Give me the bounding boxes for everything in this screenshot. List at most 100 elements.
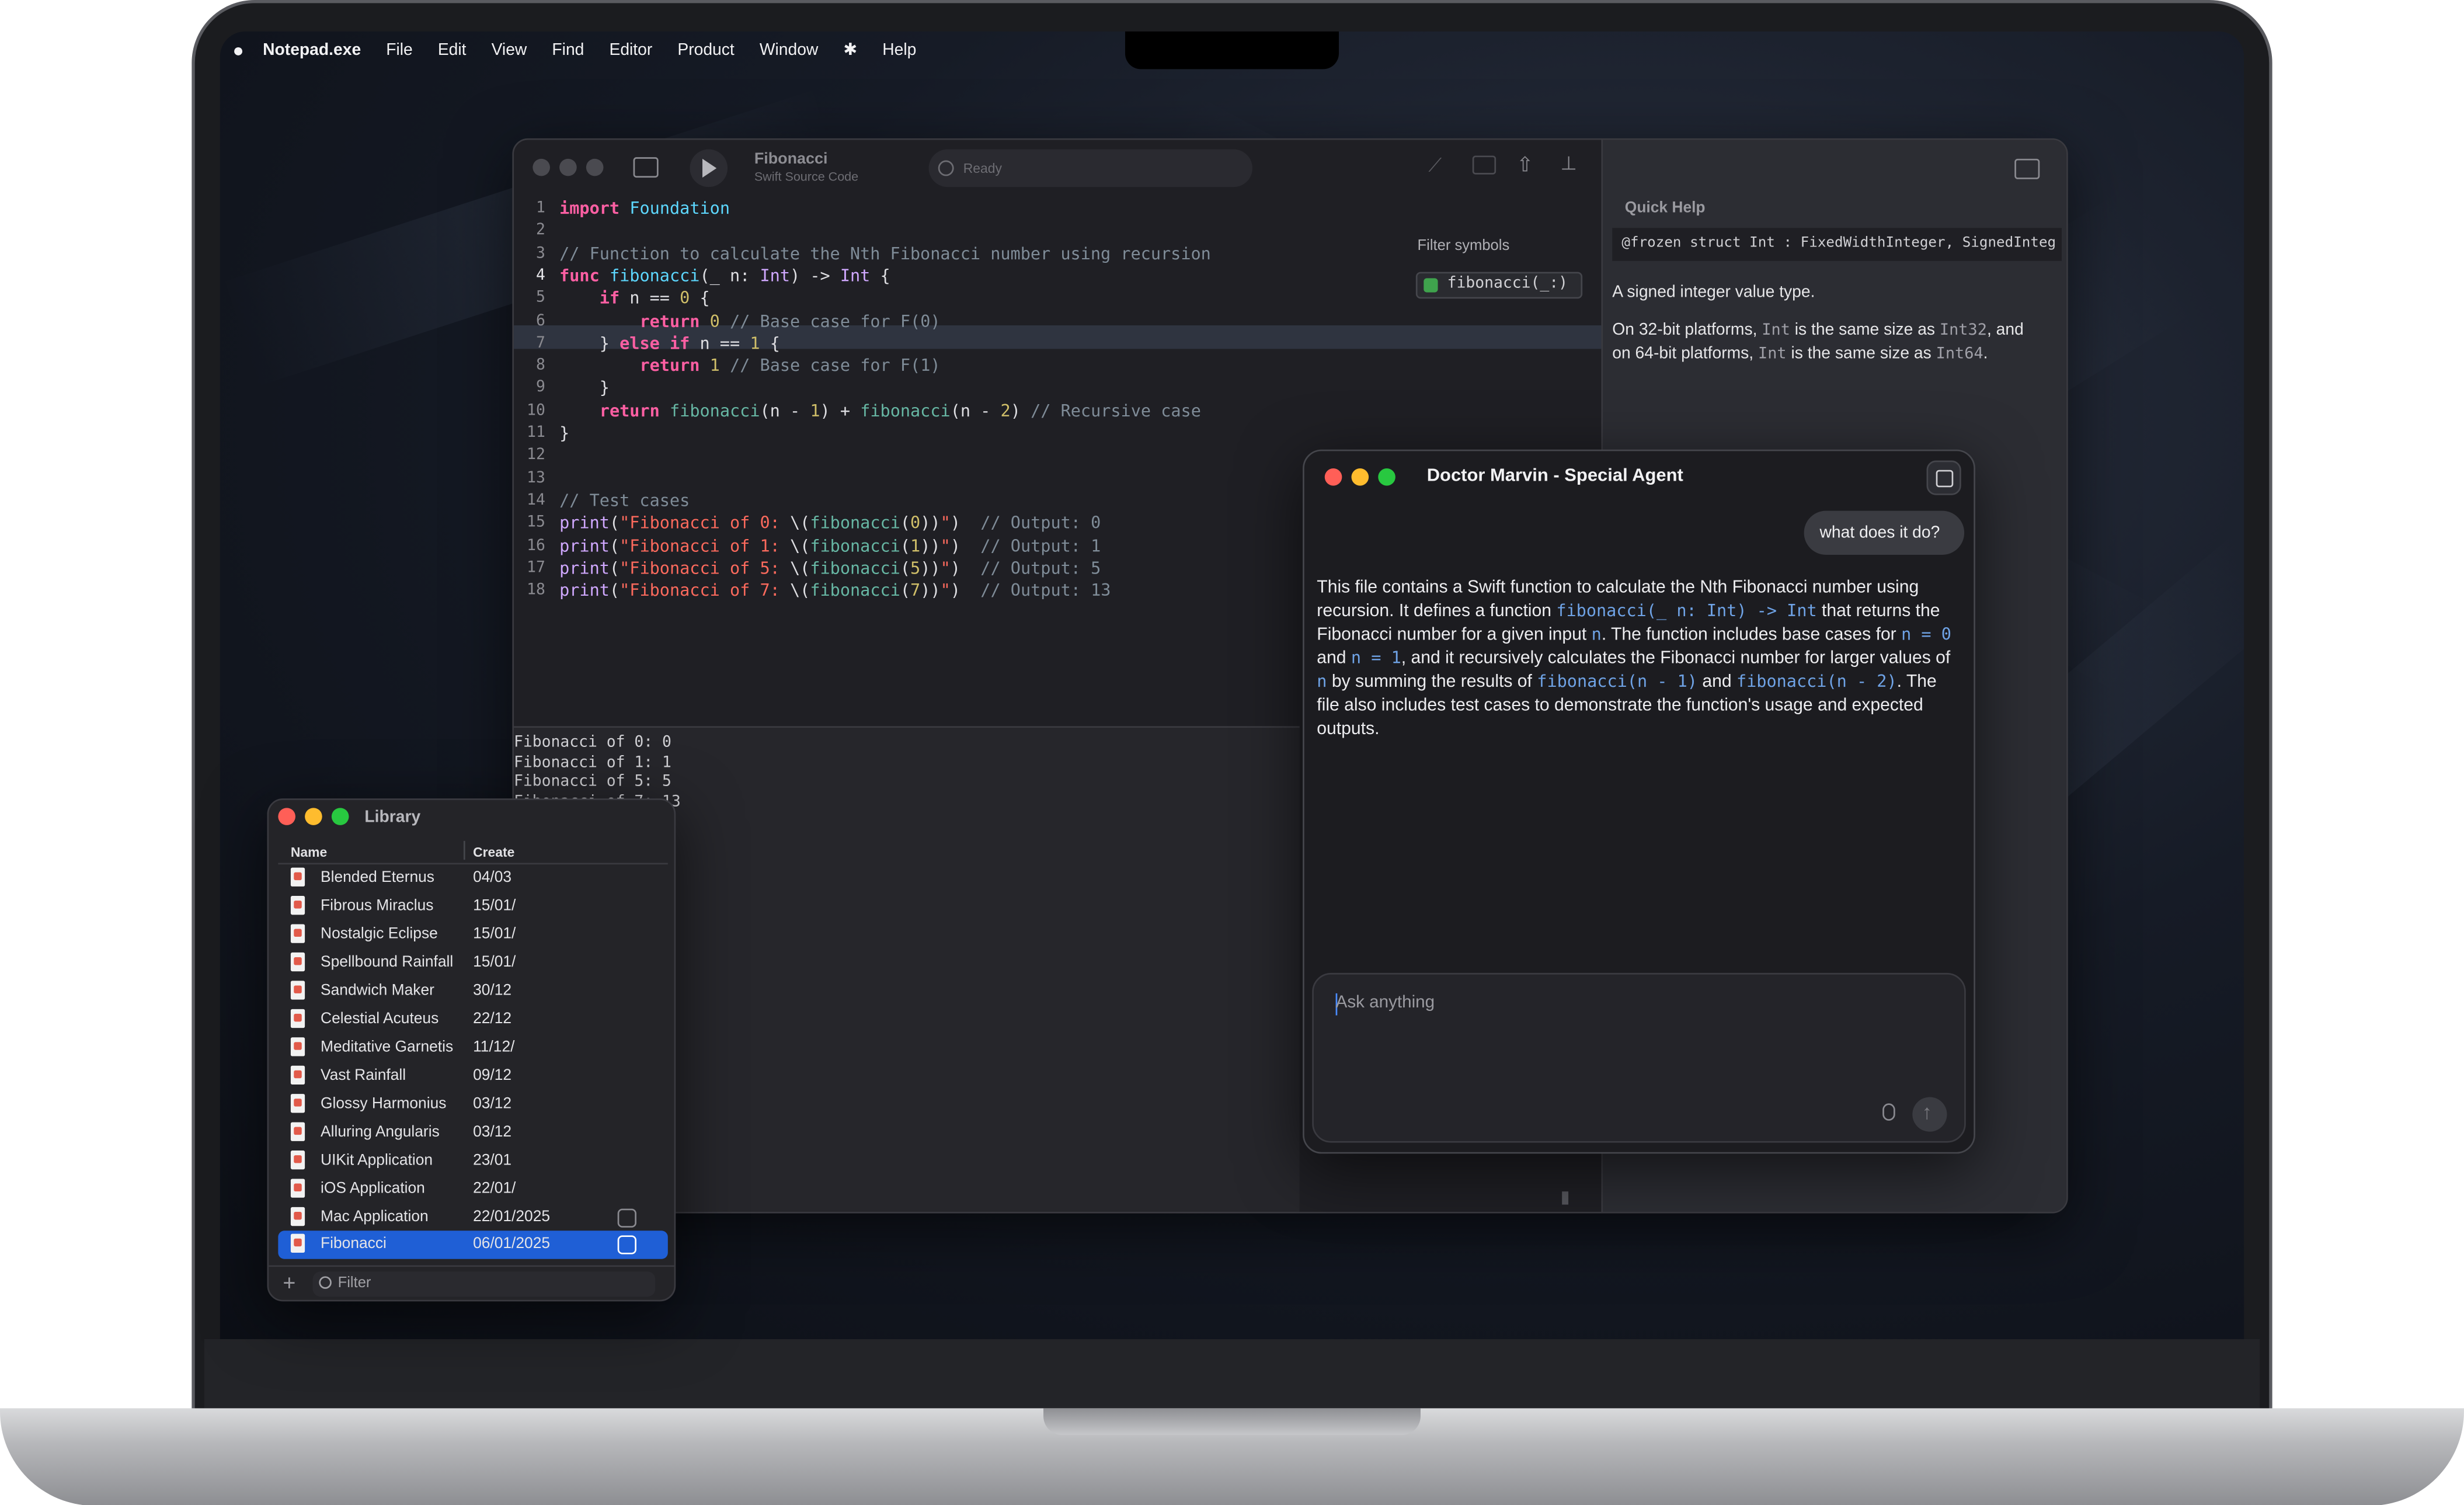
row-badge-icon[interactable] (617, 1208, 636, 1228)
library-row[interactable]: Mac Application 22/01/2025 (278, 1204, 667, 1232)
share-icon[interactable]: ⇧ (1516, 152, 1533, 178)
zoom-button[interactable] (331, 808, 349, 825)
menu-window[interactable]: Window (760, 41, 819, 60)
status-text: Ready (963, 160, 1002, 176)
line-number: 3 (535, 244, 545, 262)
line-number: 11 (527, 424, 545, 442)
answer-code: n (1317, 672, 1327, 692)
row-name: iOS Application (321, 1180, 425, 1198)
library-row[interactable]: Meditative Garnetis 11/12/ (278, 1034, 667, 1062)
code-line-4: func fibonacci(_ n: Int) -> Int { (559, 267, 890, 286)
row-date: 15/01/ (473, 926, 516, 943)
library-row[interactable]: Alluring Angularis 03/12 (278, 1119, 667, 1147)
code-line-5: if n == 0 { (599, 289, 710, 308)
minimize-button[interactable] (1351, 468, 1369, 486)
function-symbol-icon (1424, 278, 1438, 293)
inspector-toggle-icon[interactable] (2014, 158, 2040, 179)
row-name: Vast Rainfall (321, 1067, 406, 1085)
console-line: Fibonacci of 5: 5 (514, 773, 671, 791)
filter-placeholder: Filter (337, 1274, 371, 1292)
menu-edit[interactable]: Edit (438, 41, 467, 60)
pin-icon[interactable]: ⊥ (1560, 152, 1576, 175)
library-row-selected[interactable]: Fibonacci 06/01/2025 (278, 1231, 668, 1259)
apple-icon[interactable]: ● (232, 39, 244, 61)
code-line-15: print("Fibonacci of 0: \(fibonacci(0))")… (559, 514, 1101, 533)
sidebar-toggle-icon[interactable] (633, 157, 659, 178)
code-line-18: print("Fibonacci of 7: \(fibonacci(7))")… (559, 582, 1111, 601)
editor-toolbar: Fibonacci Swift Source Code Ready ⟋ ⇧ ⊥ (514, 140, 1601, 197)
new-chat-button[interactable] (1926, 460, 1961, 495)
row-date: 23/01 (473, 1152, 512, 1170)
line-number: 9 (535, 379, 545, 397)
symbol-item-label: fibonacci(_:) (1447, 274, 1568, 293)
row-date: 03/12 (473, 1095, 512, 1113)
screenshot-root: ● Notepad.exe File Edit View Find Editor… (0, 0, 2464, 1505)
status-bar: Ready (928, 149, 1252, 187)
console-line: Fibonacci of 1: 1 (514, 753, 671, 771)
menu-view[interactable]: View (492, 41, 527, 60)
code-line-1: import Foundation (559, 199, 730, 219)
chat-input-box[interactable]: Ask anything ↑ (1312, 972, 1966, 1143)
add-icon[interactable]: + (283, 1270, 295, 1295)
line-number: 13 (527, 469, 545, 487)
library-row[interactable]: Celestial Acuteus 22/12 (278, 1006, 667, 1034)
chat-window: Doctor Marvin - Special Agent what does … (1303, 449, 1975, 1154)
play-button[interactable] (690, 149, 728, 187)
menu-editor[interactable]: Editor (609, 41, 652, 60)
code-line-17: print("Fibonacci of 5: \(fibonacci(5))")… (559, 559, 1101, 578)
menu-product[interactable]: Product (677, 41, 734, 60)
menu-file[interactable]: File (386, 41, 413, 60)
menu-find[interactable]: Find (552, 41, 584, 60)
line-number: 18 (527, 582, 545, 599)
library-row[interactable]: Spellbound Rainfall 15/01/ (278, 950, 667, 978)
row-date: 03/12 (473, 1124, 512, 1141)
minimize-button[interactable] (559, 158, 577, 176)
library-row[interactable]: Glossy Harmonius 03/12 (278, 1091, 667, 1119)
chat-title: Doctor Marvin - Special Agent (1426, 467, 1683, 486)
row-date: 09/12 (473, 1067, 512, 1085)
library-title: Library (364, 808, 421, 827)
swift-file-icon (290, 1151, 305, 1170)
search-icon (319, 1276, 332, 1289)
menu-app-name[interactable]: Notepad.exe (263, 41, 361, 60)
trash-icon[interactable]: ▮ (1560, 1187, 1569, 1207)
library-row[interactable]: iOS Application 22/01/ (278, 1176, 667, 1204)
answer-code: fibonacci(_ n: Int) -> Int (1556, 602, 1817, 621)
answer-code: fibonacci(n - 2) (1736, 672, 1897, 692)
library-row[interactable]: UIKit Application 23/01 (278, 1148, 667, 1176)
terminal-icon[interactable] (1472, 155, 1497, 175)
microphone-icon[interactable] (1882, 1103, 1895, 1121)
close-button[interactable] (1324, 468, 1342, 486)
qh-text: is the same size as (1786, 344, 1936, 363)
filter-field[interactable]: Filter (312, 1271, 656, 1297)
quick-help-summary: A signed integer value type. (1612, 283, 1815, 302)
row-name: Sandwich Maker (321, 982, 434, 1000)
bug-icon[interactable]: ✱ (843, 41, 857, 60)
zoom-button[interactable] (1378, 468, 1395, 486)
library-row[interactable]: Vast Rainfall 09/12 (278, 1062, 667, 1090)
library-row[interactable]: Sandwich Maker 30/12 (278, 978, 667, 1006)
library-row[interactable]: Nostalgic Eclipse 15/01/ (278, 921, 667, 949)
line-number: 5 (535, 289, 545, 307)
zoom-button[interactable] (586, 158, 604, 176)
code-line-8: return 1 // Base case for F(1) (639, 357, 941, 376)
row-name: UIKit Application (321, 1152, 433, 1170)
swift-file-icon (290, 1009, 305, 1028)
row-badge-icon[interactable] (617, 1235, 636, 1254)
quick-help-discussion: On 32-bit platforms, Int is the same siz… (1612, 319, 2062, 366)
line-number: 10 (527, 402, 545, 419)
answer-text: and (1697, 672, 1736, 692)
menu-help[interactable]: Help (882, 41, 916, 60)
send-button[interactable]: ↑ (1912, 1097, 1947, 1132)
play-icon (702, 158, 717, 178)
close-button[interactable] (278, 808, 295, 825)
qh-text: . (1983, 344, 1988, 363)
symbol-item[interactable]: fibonacci(_:) (1415, 272, 1583, 299)
column-header-name[interactable]: Name (291, 844, 327, 860)
magic-wand-icon[interactable]: ⟋ (1428, 154, 1442, 178)
close-button[interactable] (533, 158, 550, 176)
minimize-button[interactable] (305, 808, 322, 825)
library-row[interactable]: Fibrous Miraclus 15/01/ (278, 893, 667, 921)
column-header-created[interactable]: Create (473, 844, 514, 860)
library-row[interactable]: Blended Eternus 04/03 (278, 864, 667, 892)
